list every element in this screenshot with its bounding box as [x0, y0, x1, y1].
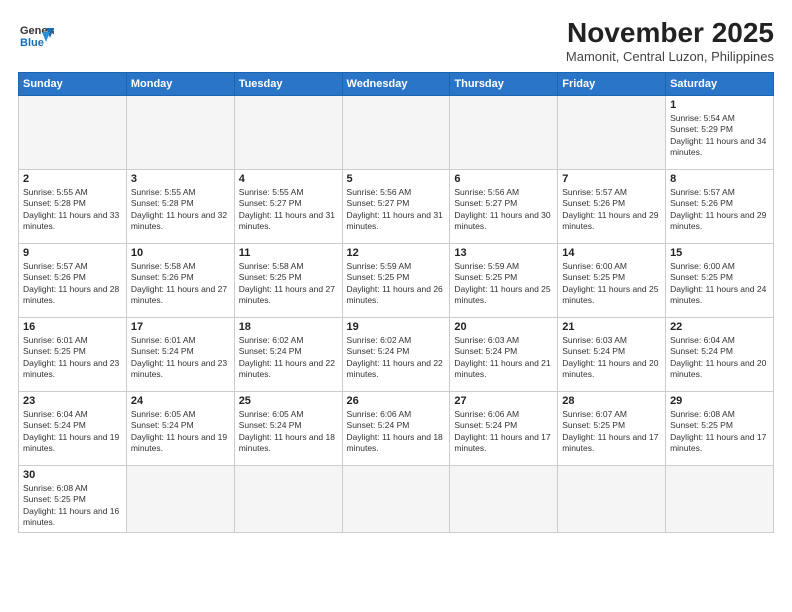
- header-monday: Monday: [126, 72, 234, 95]
- calendar-cell: 22Sunrise: 6:04 AMSunset: 5:24 PMDayligh…: [666, 317, 774, 391]
- calendar-cell-empty: [234, 465, 342, 532]
- calendar-cell: 24Sunrise: 6:05 AMSunset: 5:24 PMDayligh…: [126, 391, 234, 465]
- calendar-cell-empty: [558, 465, 666, 532]
- header-thursday: Thursday: [450, 72, 558, 95]
- calendar-cell: 16Sunrise: 6:01 AMSunset: 5:25 PMDayligh…: [19, 317, 127, 391]
- header-sunday: Sunday: [19, 72, 127, 95]
- calendar-cell: 28Sunrise: 6:07 AMSunset: 5:25 PMDayligh…: [558, 391, 666, 465]
- calendar-cell: [126, 95, 234, 169]
- calendar-cell: 1Sunrise: 5:54 AMSunset: 5:29 PMDaylight…: [666, 95, 774, 169]
- calendar-cell: 4Sunrise: 5:55 AMSunset: 5:27 PMDaylight…: [234, 169, 342, 243]
- calendar-cell: 9Sunrise: 5:57 AMSunset: 5:26 PMDaylight…: [19, 243, 127, 317]
- calendar-cell: 5Sunrise: 5:56 AMSunset: 5:27 PMDaylight…: [342, 169, 450, 243]
- calendar-cell: 27Sunrise: 6:06 AMSunset: 5:24 PMDayligh…: [450, 391, 558, 465]
- calendar-cell: 15Sunrise: 6:00 AMSunset: 5:25 PMDayligh…: [666, 243, 774, 317]
- calendar-cell: [342, 95, 450, 169]
- calendar-cell: 11Sunrise: 5:58 AMSunset: 5:25 PMDayligh…: [234, 243, 342, 317]
- logo-icon: General Blue: [18, 18, 54, 54]
- calendar-cell: 2Sunrise: 5:55 AMSunset: 5:28 PMDaylight…: [19, 169, 127, 243]
- calendar-cell: 29Sunrise: 6:08 AMSunset: 5:25 PMDayligh…: [666, 391, 774, 465]
- logo: General Blue: [18, 18, 54, 54]
- calendar-cell: 6Sunrise: 5:56 AMSunset: 5:27 PMDaylight…: [450, 169, 558, 243]
- header-friday: Friday: [558, 72, 666, 95]
- calendar-cell-empty: [450, 465, 558, 532]
- location: Mamonit, Central Luzon, Philippines: [566, 49, 774, 64]
- header-saturday: Saturday: [666, 72, 774, 95]
- weekday-header-row: Sunday Monday Tuesday Wednesday Thursday…: [19, 72, 774, 95]
- calendar-cell: 18Sunrise: 6:02 AMSunset: 5:24 PMDayligh…: [234, 317, 342, 391]
- calendar-cell: [234, 95, 342, 169]
- calendar-cell: 25Sunrise: 6:05 AMSunset: 5:24 PMDayligh…: [234, 391, 342, 465]
- calendar-cell: 20Sunrise: 6:03 AMSunset: 5:24 PMDayligh…: [450, 317, 558, 391]
- header-wednesday: Wednesday: [342, 72, 450, 95]
- calendar-cell: 10Sunrise: 5:58 AMSunset: 5:26 PMDayligh…: [126, 243, 234, 317]
- calendar-cell: 23Sunrise: 6:04 AMSunset: 5:24 PMDayligh…: [19, 391, 127, 465]
- calendar-cell: 19Sunrise: 6:02 AMSunset: 5:24 PMDayligh…: [342, 317, 450, 391]
- calendar-cell: 26Sunrise: 6:06 AMSunset: 5:24 PMDayligh…: [342, 391, 450, 465]
- calendar-cell: 17Sunrise: 6:01 AMSunset: 5:24 PMDayligh…: [126, 317, 234, 391]
- month-title: November 2025: [566, 18, 774, 49]
- svg-text:Blue: Blue: [20, 37, 44, 49]
- page-header: General Blue November 2025 Mamonit, Cent…: [18, 18, 774, 64]
- calendar-cell: 13Sunrise: 5:59 AMSunset: 5:25 PMDayligh…: [450, 243, 558, 317]
- calendar-cell: [19, 95, 127, 169]
- calendar-cell: 12Sunrise: 5:59 AMSunset: 5:25 PMDayligh…: [342, 243, 450, 317]
- calendar-cell-empty: [342, 465, 450, 532]
- calendar-cell: 21Sunrise: 6:03 AMSunset: 5:24 PMDayligh…: [558, 317, 666, 391]
- calendar-cell: 8Sunrise: 5:57 AMSunset: 5:26 PMDaylight…: [666, 169, 774, 243]
- calendar-cell: 30Sunrise: 6:08 AMSunset: 5:25 PMDayligh…: [19, 465, 127, 532]
- title-block: November 2025 Mamonit, Central Luzon, Ph…: [566, 18, 774, 64]
- calendar-cell-empty: [126, 465, 234, 532]
- calendar-cell: [558, 95, 666, 169]
- calendar-cell: 14Sunrise: 6:00 AMSunset: 5:25 PMDayligh…: [558, 243, 666, 317]
- calendar-cell: 7Sunrise: 5:57 AMSunset: 5:26 PMDaylight…: [558, 169, 666, 243]
- calendar-cell: 3Sunrise: 5:55 AMSunset: 5:28 PMDaylight…: [126, 169, 234, 243]
- calendar-table: Sunday Monday Tuesday Wednesday Thursday…: [18, 72, 774, 533]
- calendar-cell: [450, 95, 558, 169]
- header-tuesday: Tuesday: [234, 72, 342, 95]
- calendar-cell-empty: [666, 465, 774, 532]
